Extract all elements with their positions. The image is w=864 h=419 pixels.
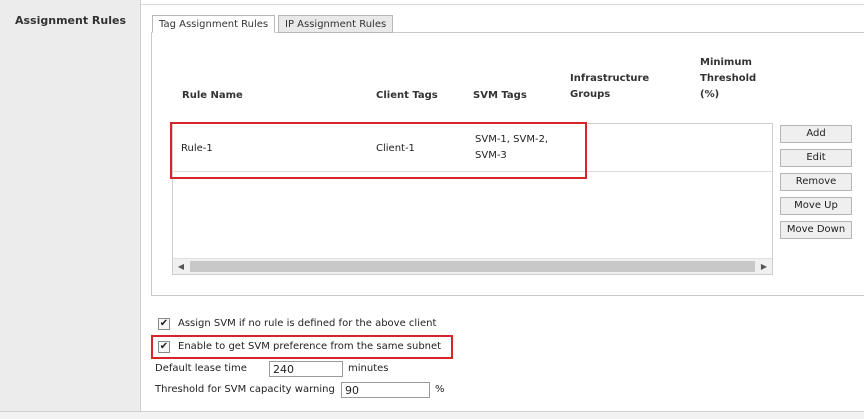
- move-down-button[interactable]: Move Down: [780, 221, 852, 239]
- lease-time-label: Default lease time: [155, 363, 247, 374]
- edit-button[interactable]: Edit: [780, 149, 852, 167]
- column-header-infrastructure-line1: Infrastructure: [570, 73, 650, 84]
- remove-button[interactable]: Remove: [780, 173, 852, 191]
- tab-tag-assignment-rules[interactable]: Tag Assignment Rules: [152, 15, 276, 33]
- lease-time-unit: minutes: [348, 363, 389, 374]
- bottom-strip: [0, 412, 864, 419]
- lease-time-input[interactable]: [269, 361, 343, 377]
- scrollbar-thumb[interactable]: [190, 261, 755, 272]
- column-header-svm-tags[interactable]: SVM Tags: [473, 88, 527, 104]
- column-header-minimum-line2: Threshold: [700, 73, 757, 84]
- column-header-minimum-line1: Minimum: [700, 57, 752, 68]
- assign-svm-checkbox[interactable]: ✔: [158, 318, 170, 330]
- highlight-rule-row: [170, 122, 587, 179]
- scroll-right-icon[interactable]: ▶: [756, 259, 772, 274]
- column-header-minimum-threshold[interactable]: Minimum Threshold (%): [700, 55, 756, 103]
- assign-svm-label: Assign SVM if no rule is defined for the…: [178, 318, 437, 329]
- section-label: Assignment Rules: [15, 14, 127, 27]
- column-header-rule-name[interactable]: Rule Name: [182, 88, 243, 104]
- column-header-infrastructure-groups[interactable]: Infrastructure Groups: [570, 71, 649, 103]
- move-up-button[interactable]: Move Up: [780, 197, 852, 215]
- horizontal-scrollbar[interactable]: ◀ ▶: [173, 258, 772, 274]
- checkmark-icon: ✔: [159, 341, 169, 352]
- column-header-client-tags[interactable]: Client Tags: [376, 88, 438, 104]
- capacity-warning-unit: %: [435, 384, 445, 395]
- section-sidebar: Assignment Rules: [0, 0, 141, 411]
- column-header-minimum-line3: (%): [700, 89, 720, 100]
- capacity-warning-label: Threshold for SVM capacity warning: [155, 384, 335, 395]
- add-button[interactable]: Add: [780, 125, 852, 143]
- checkmark-icon: ✔: [159, 318, 169, 329]
- tab-ip-assignment-rules[interactable]: IP Assignment Rules: [278, 15, 394, 33]
- capacity-warning-input[interactable]: [341, 382, 430, 398]
- enable-subnet-label: Enable to get SVM preference from the sa…: [178, 341, 442, 352]
- enable-subnet-checkbox[interactable]: ✔: [158, 341, 170, 353]
- scroll-left-icon[interactable]: ◀: [173, 259, 189, 274]
- column-header-infrastructure-line2: Groups: [570, 89, 611, 100]
- top-divider: [141, 4, 864, 5]
